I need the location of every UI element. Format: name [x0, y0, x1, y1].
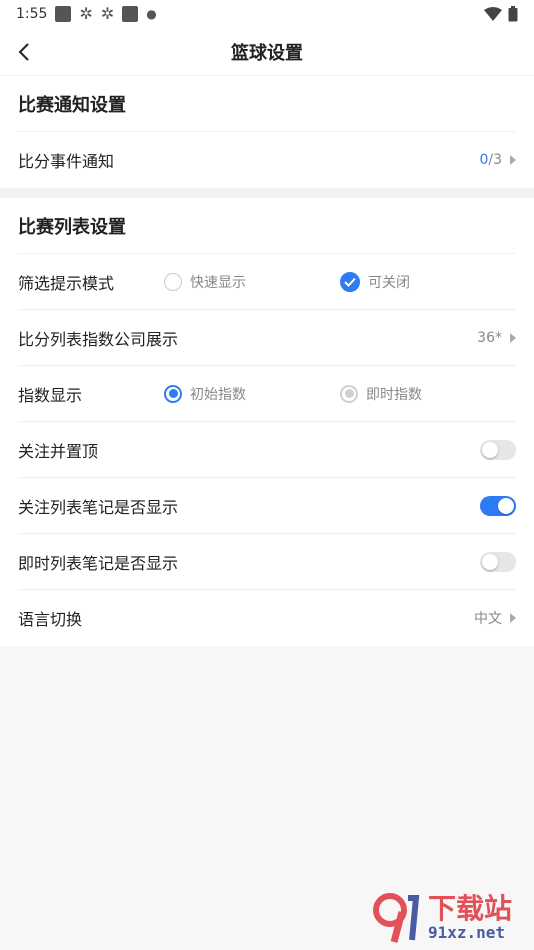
row-label: 语言切换 — [18, 610, 83, 629]
language-row[interactable]: 语言切换 中文 — [18, 590, 516, 646]
back-button[interactable] — [12, 40, 36, 64]
row-value: 36* — [477, 330, 516, 346]
status-time: 1:55 — [16, 6, 48, 22]
option-label: 可关闭 — [368, 274, 410, 291]
checkmark-circle-icon — [340, 271, 360, 292]
follow-notes-toggle[interactable] — [480, 495, 516, 516]
watermark-url: 91xz.net — [428, 923, 506, 942]
row-label: 比分列表指数公司展示 — [18, 329, 179, 349]
radio-initial-index[interactable]: 初始指数 — [164, 384, 340, 404]
radio-live-index[interactable]: 即时指数 — [340, 384, 516, 404]
radio-disabled-icon — [340, 384, 358, 403]
watermark-logo — [373, 893, 420, 943]
app-icon: ✲ — [79, 4, 93, 23]
watermark: 下载站 91xz.net — [368, 888, 528, 948]
live-notes-row: 即时列表笔记是否显示 — [18, 534, 516, 590]
notification-total: /3 — [488, 152, 502, 168]
chevron-right-icon — [510, 613, 516, 623]
app-icon: ✲ — [100, 4, 115, 23]
index-company-row[interactable]: 比分列表指数公司展示 36* — [18, 310, 516, 366]
row-label: 比分事件通知 — [18, 152, 115, 171]
section-divider — [0, 188, 534, 198]
section-title: 比赛列表设置 — [18, 198, 516, 254]
wifi-icon — [484, 7, 502, 21]
chevron-right-icon — [510, 155, 516, 165]
company-value: 36* — [477, 329, 502, 346]
language-value: 中文 — [474, 611, 502, 627]
score-event-notification-row[interactable]: 比分事件通知 0 /3 — [18, 132, 516, 188]
chevron-right-icon — [510, 332, 516, 343]
index-display-row: 指数显示 初始指数 即时指数 — [18, 366, 516, 422]
option-label: 快速显示 — [190, 274, 246, 291]
more-notifications-icon: ● — [146, 7, 157, 21]
row-label: 指数显示 — [18, 385, 83, 405]
row-label: 关注并置顶 — [18, 441, 99, 461]
notification-icon — [55, 6, 72, 22]
radio-selected-icon — [164, 384, 182, 403]
follow-notes-row: 关注列表笔记是否显示 — [18, 478, 516, 534]
navigation-bar: 篮球设置 — [0, 28, 534, 76]
page-title: 篮球设置 — [231, 42, 303, 64]
follow-pin-top-row: 关注并置顶 — [18, 422, 516, 478]
section-title: 比赛通知设置 — [18, 76, 516, 132]
status-bar: 1:55 ✲ ✲ ● — [0, 0, 534, 28]
watermark-text: 下载站 — [428, 892, 513, 925]
filter-mode-row: 筛选提示模式 快速显示 可关闭 — [18, 254, 516, 310]
row-value: 中文 — [474, 608, 516, 628]
radio-quick-display[interactable]: 快速显示 — [164, 272, 340, 292]
match-list-section: 比赛列表设置 筛选提示模式 快速显示 可关闭 比分列表指数公司展示 36* 指数… — [0, 198, 534, 646]
option-label: 即时指数 — [366, 386, 422, 403]
option-label: 初始指数 — [190, 386, 246, 403]
notification-count: 0 — [479, 152, 489, 168]
back-arrow-icon — [18, 43, 29, 61]
radio-unchecked-icon — [164, 272, 182, 291]
row-label: 筛选提示模式 — [18, 273, 115, 293]
notification-icon — [122, 6, 139, 22]
live-notes-toggle[interactable] — [480, 551, 516, 572]
battery-icon — [508, 6, 518, 22]
row-label: 即时列表笔记是否显示 — [18, 553, 179, 573]
row-label: 关注列表笔记是否显示 — [18, 497, 179, 517]
match-notification-section: 比赛通知设置 比分事件通知 0 /3 — [0, 76, 534, 188]
radio-closable[interactable]: 可关闭 — [340, 271, 516, 292]
row-value: 0 /3 — [479, 152, 516, 168]
follow-pin-top-toggle[interactable] — [480, 439, 516, 460]
